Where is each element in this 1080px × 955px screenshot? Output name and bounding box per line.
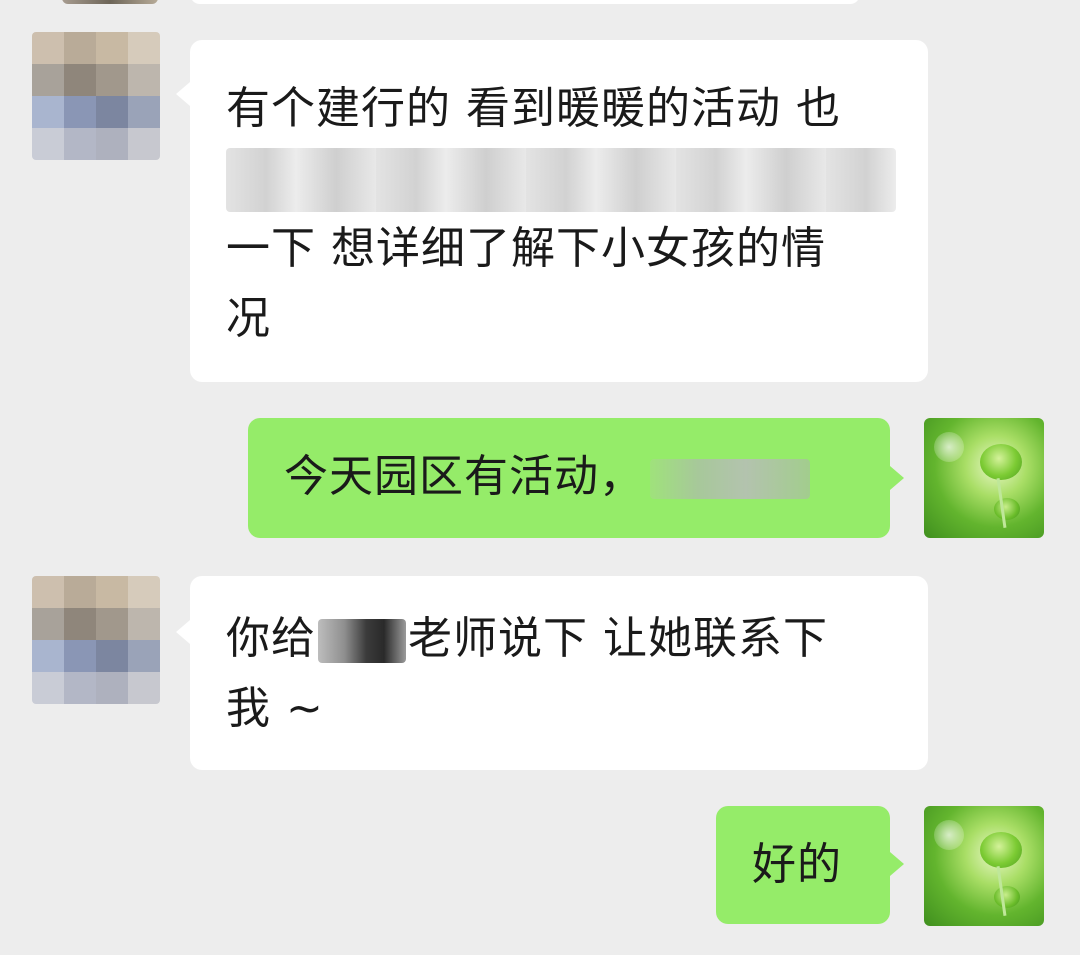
bubble-tail (890, 466, 904, 490)
redacted-name-blur (318, 619, 406, 663)
message-bubble-cropped[interactable] (190, 0, 860, 4)
contact-avatar[interactable] (32, 576, 160, 704)
message-text: 你给 (226, 613, 316, 664)
flower-icon (980, 444, 1022, 480)
bubble-tail (176, 82, 190, 106)
message-text-line: 有个建行的 看到暖暖的活动 也 (226, 83, 841, 134)
message-bubble-outgoing[interactable]: 今天园区有活动， (248, 418, 890, 538)
flower-icon (994, 886, 1020, 908)
chat-window: 有个建行的 看到暖暖的活动 也 一下 想详细了解下小女孩的情 况 今天园区有活动… (0, 0, 1080, 955)
message-text-line: 一下 想详细了解下小女孩的情 (226, 223, 826, 274)
message-bubble-incoming[interactable]: 有个建行的 看到暖暖的活动 也 一下 想详细了解下小女孩的情 况 (190, 40, 928, 382)
flower-icon (980, 832, 1022, 868)
contact-avatar[interactable] (32, 32, 160, 160)
avatar-cropped[interactable] (62, 0, 158, 4)
redacted-line (226, 144, 928, 214)
redacted-text-blur (650, 459, 810, 499)
message-bubble-outgoing[interactable]: 好的 (716, 806, 890, 924)
bubble-tail (890, 852, 904, 876)
self-avatar[interactable] (924, 806, 1044, 926)
message-bubble-incoming[interactable]: 你给 老师说下 让她联系下 我 ~ (190, 576, 928, 770)
message-text-line: 我 ~ (226, 683, 324, 734)
flower-icon (994, 498, 1020, 520)
message-text: 今天园区有活动， (284, 451, 644, 502)
message-text: 老师说下 让她联系下 (408, 613, 828, 664)
bubble-tail (176, 620, 190, 644)
message-text: 好的 (752, 839, 842, 890)
redacted-text-blur (226, 148, 896, 212)
self-avatar[interactable] (924, 418, 1044, 538)
message-text-line: 你给 老师说下 让她联系下 (226, 604, 928, 674)
message-text-line: 况 (226, 293, 271, 344)
